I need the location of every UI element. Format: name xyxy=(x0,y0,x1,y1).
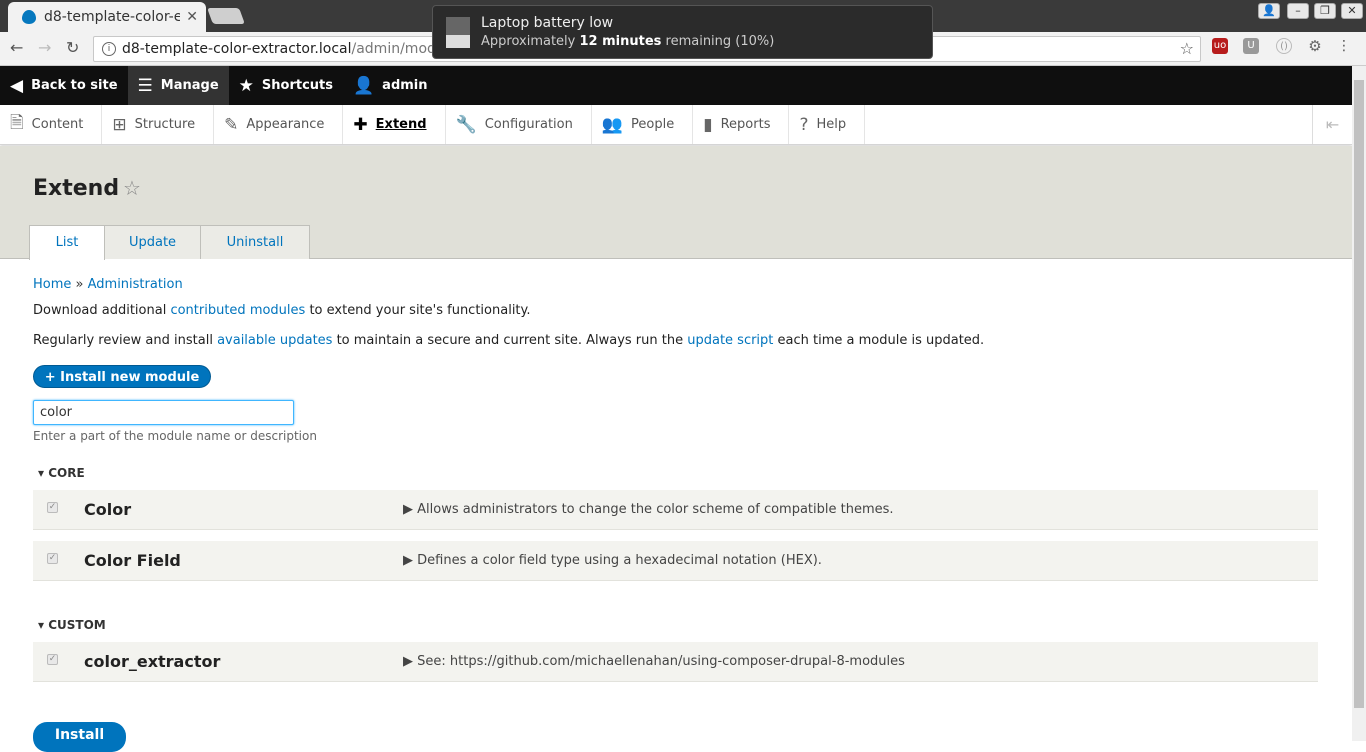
tray-item-help[interactable]: ? Help xyxy=(789,105,866,144)
info-icon[interactable]: i xyxy=(102,42,116,56)
admin-toolbar: ◀ Back to site ☰ Manage ★ Shortcuts 👤 admin xyxy=(0,66,1352,105)
tab-list[interactable]: List xyxy=(29,225,105,260)
back-to-site-link[interactable]: ◀ Back to site xyxy=(0,66,128,105)
shortcuts-tab[interactable]: ★ Shortcuts xyxy=(229,66,343,105)
forward-arrow-icon[interactable]: → xyxy=(38,38,51,57)
module-filter-input[interactable] xyxy=(33,400,294,425)
install-button[interactable]: Install xyxy=(33,722,126,752)
breadcrumb-home[interactable]: Home xyxy=(33,277,71,292)
user-profile-icon[interactable]: 👤 xyxy=(1258,3,1280,19)
structure-icon: ⊞ xyxy=(112,114,127,135)
contributed-modules-link[interactable]: contributed modules xyxy=(170,303,305,318)
ublock-extension-icon[interactable]: uo xyxy=(1212,38,1228,54)
module-description-toggle[interactable]: ▶ Allows administrators to change the co… xyxy=(403,502,894,517)
user-tab[interactable]: 👤 admin xyxy=(343,66,438,105)
document-icon: 🗎 xyxy=(10,113,24,133)
module-description-toggle[interactable]: ▶ Defines a color field type using a hex… xyxy=(403,553,822,568)
shortcut-star-icon[interactable]: ☆ xyxy=(123,176,141,200)
module-name: Color xyxy=(84,500,132,519)
tray-item-people[interactable]: 👥 People xyxy=(592,105,694,144)
circle-extension-icon[interactable]: () xyxy=(1276,38,1292,54)
battery-notification: Laptop battery low Approximately 12 minu… xyxy=(432,5,933,59)
bar-chart-icon: ▮ xyxy=(703,114,713,135)
notification-title: Laptop battery low xyxy=(481,15,614,31)
browser-tab-title: d8-template-color-e xyxy=(44,9,181,25)
module-row: ✓ color_extractor ▶ See: https://github.… xyxy=(33,642,1318,682)
new-tab-button[interactable] xyxy=(207,8,245,24)
tray-item-structure[interactable]: ⊞ Structure xyxy=(102,105,215,144)
intro-paragraph-2: Regularly review and install available u… xyxy=(33,333,985,348)
minimize-icon[interactable]: – xyxy=(1287,3,1309,19)
notification-text: Approximately 12 minutes remaining (10%) xyxy=(481,34,775,49)
intro-paragraph-1: Download additional contributed modules … xyxy=(33,303,531,318)
manage-tray: 🗎 Content ⊞ Structure ✎ Appearance ✚ Extend … xyxy=(0,105,1352,145)
people-icon: 👥 xyxy=(601,114,624,135)
manage-tab[interactable]: ☰ Manage xyxy=(127,66,229,105)
install-new-module-button[interactable]: + Install new module xyxy=(33,365,211,388)
page-header: Extend ☆ List Update Uninstall xyxy=(0,146,1352,260)
star-icon: ★ xyxy=(238,75,254,96)
gear-extension-icon[interactable]: ⚙ xyxy=(1307,38,1323,54)
reload-icon[interactable]: ↻ xyxy=(66,38,79,57)
breadcrumb: Home » Administration xyxy=(33,277,183,292)
tray-item-appearance[interactable]: ✎ Appearance xyxy=(214,105,344,144)
module-row: ✓ Color Field ▶ Defines a color field ty… xyxy=(33,541,1318,581)
back-circle-icon: ◀ xyxy=(10,75,24,96)
module-checkbox: ✓ xyxy=(47,553,58,564)
tray-item-reports[interactable]: ▮ Reports xyxy=(693,105,790,144)
filter-hint: Enter a part of the module name or descr… xyxy=(33,429,317,443)
module-name: color_extractor xyxy=(84,652,221,671)
tab-update[interactable]: Update xyxy=(104,225,201,259)
package-core-toggle[interactable]: ▾ CORE xyxy=(38,466,85,480)
tray-orientation-toggle-icon[interactable]: ⇤ xyxy=(1312,105,1352,144)
module-checkbox: ✓ xyxy=(47,502,58,513)
user-icon: 👤 xyxy=(353,75,375,96)
module-description-toggle[interactable]: ▶ See: https://github.com/michaellenahan… xyxy=(403,654,905,669)
menu-kebab-icon[interactable]: ⋮ xyxy=(1336,38,1352,54)
hamburger-icon: ☰ xyxy=(137,75,153,96)
paintbrush-icon: ✎ xyxy=(224,114,239,135)
tray-item-configuration[interactable]: 🔧 Configuration xyxy=(446,105,592,144)
module-checkbox: ✓ xyxy=(47,654,58,665)
tray-item-content[interactable]: 🗎 Content xyxy=(0,105,103,144)
close-tab-icon[interactable]: ✕ xyxy=(186,9,198,25)
url-host: d8-template-color-extractor.local xyxy=(122,41,352,57)
update-script-link[interactable]: update script xyxy=(687,333,773,348)
browser-tab[interactable]: d8-template-color-e ✕ xyxy=(8,2,206,32)
tab-uninstall[interactable]: Uninstall xyxy=(200,225,310,259)
puzzle-icon: ✚ xyxy=(353,114,368,135)
module-name: Color Field xyxy=(84,551,181,570)
help-icon: ? xyxy=(799,114,809,135)
back-arrow-icon[interactable]: ← xyxy=(10,38,23,57)
available-updates-link[interactable]: available updates xyxy=(217,333,332,348)
module-row: ✓ Color ▶ Allows administrators to chang… xyxy=(33,490,1318,530)
close-window-icon[interactable]: ✕ xyxy=(1341,3,1363,19)
page-title: Extend xyxy=(33,176,120,201)
bookmark-star-icon[interactable]: ☆ xyxy=(1180,37,1194,61)
u-extension-icon[interactable]: U xyxy=(1243,38,1259,54)
battery-icon xyxy=(446,17,470,48)
wrench-icon: 🔧 xyxy=(455,114,477,135)
scrollbar-thumb[interactable] xyxy=(1354,80,1364,708)
maximize-icon[interactable]: ❐ xyxy=(1314,3,1336,19)
breadcrumb-administration[interactable]: Administration xyxy=(88,277,183,292)
tray-item-extend[interactable]: ✚ Extend xyxy=(343,105,446,144)
package-custom-toggle[interactable]: ▾ CUSTOM xyxy=(38,618,106,632)
drupal-favicon-icon xyxy=(22,10,36,24)
vertical-scrollbar[interactable] xyxy=(1352,66,1366,741)
